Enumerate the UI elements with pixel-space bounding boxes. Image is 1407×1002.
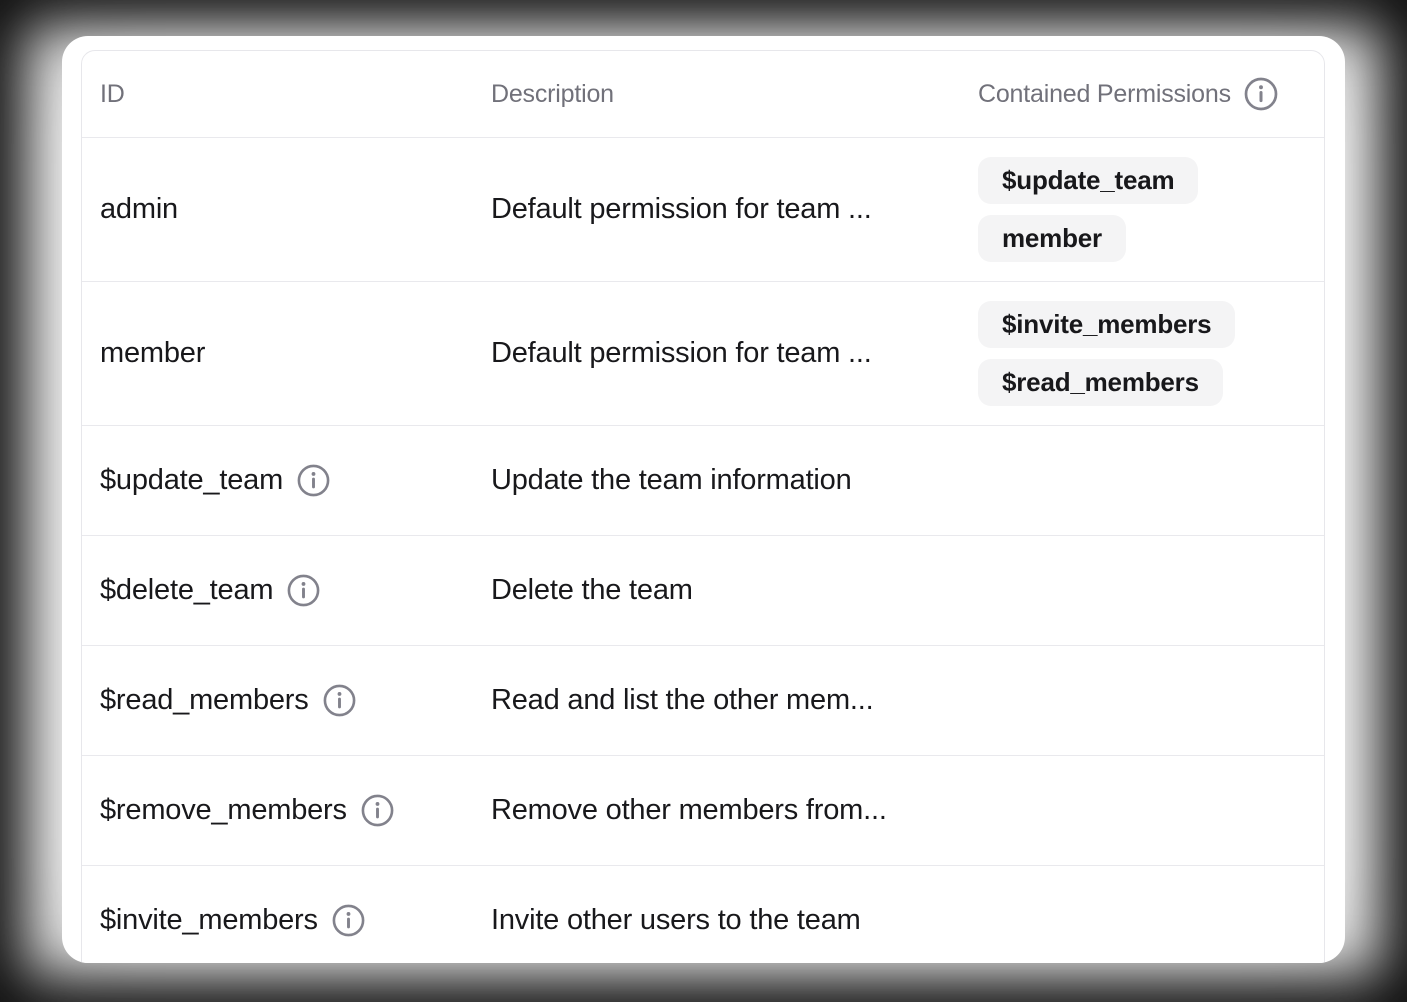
row-description: Read and list the other mem... — [491, 684, 873, 717]
permissions-cell — [960, 536, 1324, 645]
permissions-cell — [960, 646, 1324, 755]
table-row: $invite_members Invite other users to th… — [82, 865, 1324, 963]
description-cell: Invite other users to the team — [473, 866, 960, 963]
table-row: $read_members Read and list the other me… — [82, 645, 1324, 755]
description-cell: Remove other members from... — [473, 756, 960, 865]
row-id: $invite_members — [100, 904, 318, 937]
row-id: member — [100, 337, 205, 370]
description-cell: Default permission for team ... — [473, 138, 960, 281]
info-icon[interactable] — [1243, 76, 1279, 112]
description-cell: Update the team information — [473, 426, 960, 535]
id-cell: $update_team — [82, 426, 473, 535]
table-row: admin Default permission for team ... $u… — [82, 137, 1324, 281]
info-icon[interactable] — [360, 793, 395, 828]
description-cell: Delete the team — [473, 536, 960, 645]
row-id: $update_team — [100, 464, 283, 497]
description-cell: Read and list the other mem... — [473, 646, 960, 755]
table-row: member Default permission for team ... $… — [82, 281, 1324, 425]
info-icon[interactable] — [286, 573, 321, 608]
table-row: $update_team Update the team information — [82, 425, 1324, 535]
id-cell: admin — [82, 138, 473, 281]
row-description: Invite other users to the team — [491, 904, 861, 937]
id-cell: $read_members — [82, 646, 473, 755]
permissions-cell — [960, 426, 1324, 535]
row-description: Remove other members from... — [491, 794, 887, 827]
table-row: $delete_team Delete the team — [82, 535, 1324, 645]
table-header-row: ID Description Contained Permissions — [82, 51, 1324, 137]
permissions-cell: $invite_members $read_members — [960, 282, 1324, 425]
column-header-contained-permissions-label: Contained Permissions — [978, 80, 1231, 109]
column-header-description: Description — [473, 51, 960, 137]
permissions-table: ID Description Contained Permissions ad — [81, 50, 1325, 963]
row-description: Delete the team — [491, 574, 693, 607]
row-id: admin — [100, 193, 178, 226]
permissions-card: ID Description Contained Permissions ad — [62, 36, 1345, 963]
permissions-cell: $update_team member — [960, 138, 1324, 281]
row-id: $remove_members — [100, 794, 347, 827]
column-header-id-label: ID — [100, 80, 125, 109]
row-id: $read_members — [100, 684, 309, 717]
row-description: Default permission for team ... — [491, 337, 872, 370]
column-header-contained-permissions: Contained Permissions — [960, 51, 1324, 137]
info-icon[interactable] — [296, 463, 331, 498]
description-cell: Default permission for team ... — [473, 282, 960, 425]
column-header-description-label: Description — [491, 80, 614, 109]
table-row: $remove_members Remove other members fro… — [82, 755, 1324, 865]
permissions-cell — [960, 866, 1324, 963]
permission-badge: $update_team — [978, 157, 1198, 204]
permission-badge: $invite_members — [978, 301, 1235, 348]
id-cell: member — [82, 282, 473, 425]
permission-badge: $read_members — [978, 359, 1223, 406]
column-header-id: ID — [82, 51, 473, 137]
id-cell: $remove_members — [82, 756, 473, 865]
row-id: $delete_team — [100, 574, 273, 607]
info-icon[interactable] — [322, 683, 357, 718]
permissions-cell — [960, 756, 1324, 865]
id-cell: $invite_members — [82, 866, 473, 963]
row-description: Default permission for team ... — [491, 193, 872, 226]
permission-badge: member — [978, 215, 1126, 262]
row-description: Update the team information — [491, 464, 852, 497]
id-cell: $delete_team — [82, 536, 473, 645]
info-icon[interactable] — [331, 903, 366, 938]
